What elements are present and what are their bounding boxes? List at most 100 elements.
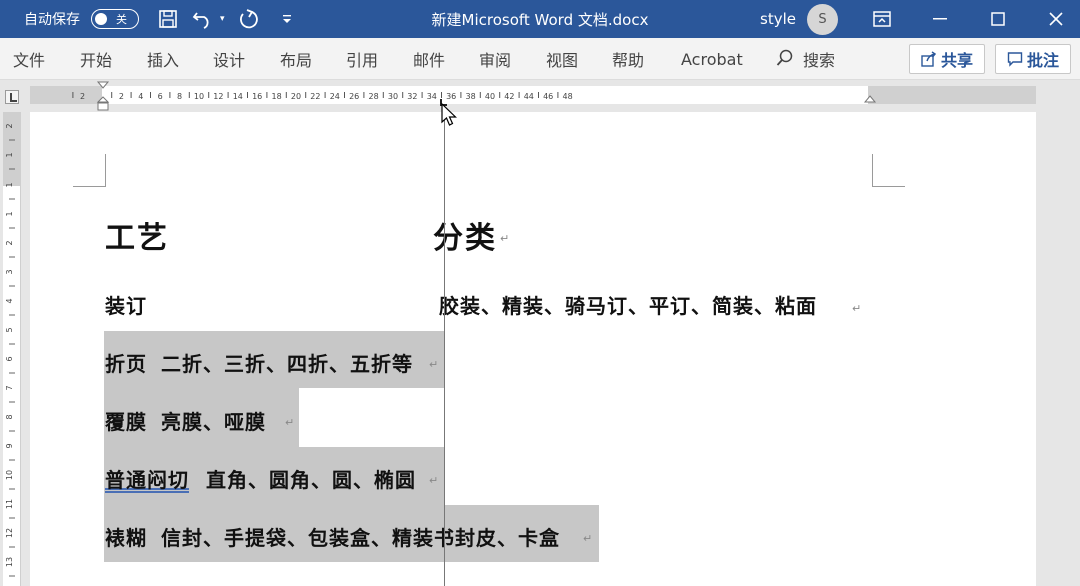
- vertical-ruler-label: 10: [5, 470, 14, 480]
- row-value: 二折、三折、四折、五折等: [161, 352, 413, 376]
- row-label: 折页: [105, 352, 147, 376]
- user-name[interactable]: style: [760, 0, 796, 38]
- share-button[interactable]: 共享: [909, 44, 985, 74]
- row-value: 直角、圆角、圆、椭圆: [206, 468, 416, 492]
- document-canvas: 工艺 分类 ↵ 装订 胶装、精装、骑马订、平订、简装、粘面 ↵ 折页 二折、三折…: [28, 112, 1080, 586]
- tab-references[interactable]: 引用: [346, 38, 378, 80]
- vertical-ruler-label: 1: [5, 211, 14, 216]
- ruler-label: 48: [563, 92, 573, 101]
- customize-toolbar-icon[interactable]: [282, 0, 292, 38]
- row-value: 胶装、精装、骑马订、平订、简装、粘面: [439, 294, 817, 318]
- ribbon-display-options-icon[interactable]: [868, 0, 896, 38]
- comments-button[interactable]: 批注: [995, 44, 1071, 74]
- document-page[interactable]: 工艺 分类 ↵ 装订 胶装、精装、骑马订、平订、简装、粘面 ↵ 折页 二折、三折…: [30, 112, 1036, 586]
- ruler-label: 24: [330, 92, 340, 101]
- tab-review[interactable]: 审阅: [479, 38, 511, 80]
- horizontal-ruler[interactable]: 2 2 4 6 8 10 12 14 16 18 20 22 24 26 28 30 32 34 36 38 40 42 4…: [30, 86, 1036, 104]
- paragraph-mark: ↵: [429, 358, 439, 371]
- ruler-label: 34: [427, 92, 437, 101]
- vertical-ruler-label: 9: [5, 443, 14, 448]
- tab-design[interactable]: 设计: [213, 38, 245, 80]
- tab-insert[interactable]: 插入: [147, 38, 179, 80]
- avatar[interactable]: S: [807, 4, 838, 35]
- ruler-label: 28: [369, 92, 379, 101]
- ruler-label: 32: [407, 92, 417, 101]
- ruler-label: 14: [233, 92, 243, 101]
- ruler-label: 22: [310, 92, 320, 101]
- margin-corner-top-left: [73, 154, 106, 187]
- comment-icon: [1007, 51, 1023, 67]
- margin-corner-top-right: [872, 154, 905, 187]
- ruler-label: 12: [213, 92, 223, 101]
- indent-marker[interactable]: [96, 80, 110, 112]
- search-icon[interactable]: [776, 49, 794, 71]
- heading-left: 工艺: [105, 221, 169, 256]
- word-window: 自动保存 关 ▾ 新建Microsoft Word 文档.docx style …: [0, 0, 1080, 586]
- paragraph-mark: ↵: [429, 474, 439, 487]
- ruler-label: 30: [388, 92, 398, 101]
- ruler-label: 10: [194, 92, 204, 101]
- close-icon[interactable]: [1038, 0, 1074, 38]
- autosave-toggle[interactable]: 关: [91, 9, 139, 29]
- share-label: 共享: [940, 51, 973, 70]
- vertical-ruler-ticks: 21112345678910111213: [5, 123, 15, 577]
- comment-label: 批注: [1026, 51, 1059, 70]
- tab-layout[interactable]: 布局: [280, 38, 312, 80]
- tab-view[interactable]: 视图: [546, 38, 578, 80]
- tab-stop-guide-line: [444, 112, 445, 586]
- ruler-label: 20: [291, 92, 301, 101]
- undo-icon[interactable]: [192, 0, 214, 38]
- autosave-state: 关: [116, 13, 127, 26]
- ruler-label: 8: [177, 92, 182, 101]
- ruler-label: 40: [485, 92, 495, 101]
- ruler-label: 44: [524, 92, 534, 101]
- row-label: 普通闷切: [105, 468, 189, 492]
- ruler-label: 42: [504, 92, 514, 101]
- paragraph-mark: ↵: [583, 532, 593, 545]
- vertical-ruler-label: 12: [5, 528, 14, 538]
- tab-home[interactable]: 开始: [80, 38, 112, 80]
- share-icon: [921, 51, 937, 67]
- ruler-ticks: 2 2 4 6 8 10 12 14 16 18 20 22 24 26 28 30 32 34 36 38 40 42 4…: [72, 92, 573, 101]
- ruler-label: 46: [543, 92, 553, 101]
- row-value: 信封、手提袋、包装盒、精装书封皮、卡盒: [161, 526, 560, 550]
- tab-stop-selector[interactable]: [5, 90, 19, 104]
- tell-me-search[interactable]: 搜索: [803, 38, 835, 80]
- row-label: 裱糊: [105, 526, 147, 550]
- vertical-ruler-label: 1: [5, 152, 14, 157]
- heading-right: 分类: [433, 221, 497, 256]
- vertical-ruler-label: 1: [5, 182, 14, 187]
- save-icon[interactable]: [158, 0, 178, 38]
- ruler-label: 38: [466, 92, 476, 101]
- vertical-ruler-label: 6: [5, 356, 14, 361]
- minimize-icon[interactable]: [922, 0, 958, 38]
- paragraph-mark: ↵: [500, 232, 510, 245]
- paragraph-mark: ↵: [285, 416, 295, 429]
- ruler-label: 6: [158, 92, 163, 101]
- tab-mailings[interactable]: 邮件: [413, 38, 445, 80]
- row-label: 覆膜: [105, 410, 147, 434]
- vertical-ruler-label: 2: [5, 240, 14, 245]
- redo-icon[interactable]: [238, 0, 260, 38]
- vertical-ruler-label: 4: [5, 298, 14, 303]
- ruler-label: 16: [252, 92, 262, 101]
- vertical-ruler-label: 11: [5, 499, 14, 509]
- tab-file[interactable]: 文件: [13, 38, 45, 80]
- mouse-cursor-icon: [441, 103, 457, 126]
- undo-dropdown-icon[interactable]: ▾: [220, 0, 225, 38]
- title-bar: 自动保存 关 ▾ 新建Microsoft Word 文档.docx style …: [0, 0, 1080, 38]
- vertical-ruler-label: 5: [5, 327, 14, 332]
- ruler-label: 4: [138, 92, 143, 101]
- maximize-icon[interactable]: [980, 0, 1016, 38]
- vertical-ruler-label: 13: [5, 557, 14, 567]
- row-value: 亮膜、哑膜: [161, 410, 266, 434]
- vertical-ruler-label: 3: [5, 269, 14, 274]
- tab-acrobat[interactable]: Acrobat: [681, 38, 743, 80]
- autosave-label: 自动保存: [24, 12, 80, 28]
- vertical-ruler[interactable]: 2 1 1 1 2 3 4 5 6 7 8 9 10 11 12 13: [3, 112, 21, 586]
- right-indent-marker[interactable]: [863, 94, 877, 106]
- ruler-label: 26: [349, 92, 359, 101]
- tab-help[interactable]: 帮助: [612, 38, 644, 80]
- ruler-label: 2: [80, 92, 85, 101]
- ribbon-tabs: 文件 开始 插入 设计 布局 引用 邮件 审阅 视图 帮助 Acrobat 搜索…: [0, 38, 1080, 80]
